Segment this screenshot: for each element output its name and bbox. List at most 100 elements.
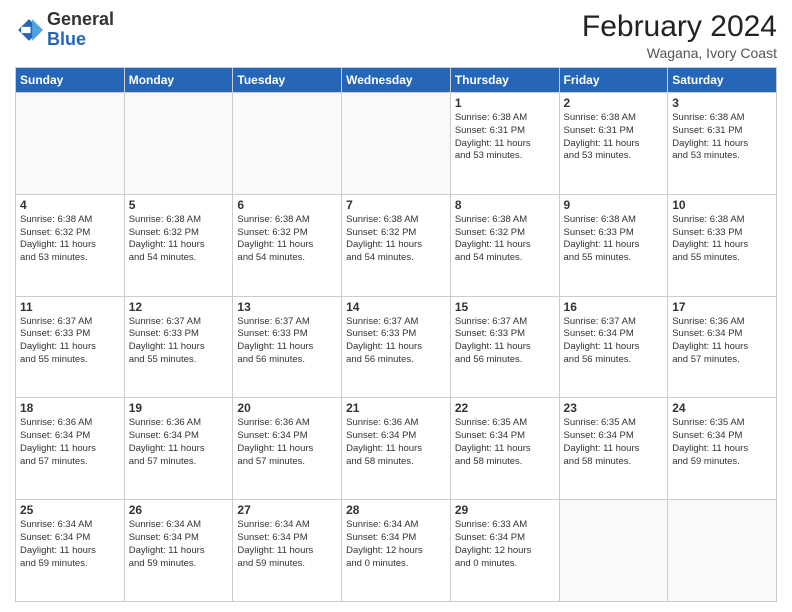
day-number: 8 [455, 198, 555, 212]
day-number: 3 [672, 96, 772, 110]
day-info: Sunrise: 6:37 AM Sunset: 6:33 PM Dayligh… [237, 316, 337, 367]
weekday-header: Saturday [668, 68, 777, 93]
calendar-week-row: 11 Sunrise: 6:37 AM Sunset: 6:33 PM Dayli… [16, 296, 777, 398]
calendar-cell: 6 Sunrise: 6:38 AM Sunset: 6:32 PM Daylig… [233, 194, 342, 296]
calendar-cell: 23 Sunrise: 6:35 AM Sunset: 6:34 PM Dayli… [559, 398, 668, 500]
logo-icon [15, 16, 43, 44]
day-info: Sunrise: 6:38 AM Sunset: 6:33 PM Dayligh… [564, 214, 664, 265]
day-info: Sunrise: 6:34 AM Sunset: 6:34 PM Dayligh… [346, 519, 446, 570]
day-number: 23 [564, 401, 664, 415]
day-info: Sunrise: 6:37 AM Sunset: 6:33 PM Dayligh… [20, 316, 120, 367]
day-number: 10 [672, 198, 772, 212]
weekday-header: Sunday [16, 68, 125, 93]
calendar-cell: 29Sunrise: 6:33 AM Sunset: 6:34 PM Dayli… [450, 500, 559, 602]
day-info: Sunrise: 6:35 AM Sunset: 6:34 PM Dayligh… [455, 417, 555, 468]
day-number: 5 [129, 198, 229, 212]
day-info: Sunrise: 6:38 AM Sunset: 6:31 PM Dayligh… [455, 112, 555, 163]
day-info: Sunrise: 6:38 AM Sunset: 6:32 PM Dayligh… [237, 214, 337, 265]
calendar-cell: 25Sunrise: 6:34 AM Sunset: 6:34 PM Dayli… [16, 500, 125, 602]
calendar-cell: 26 Sunrise: 6:34 AM Sunset: 6:34 PM Dayli… [124, 500, 233, 602]
day-info: Sunrise: 6:36 AM Sunset: 6:34 PM Dayligh… [237, 417, 337, 468]
title-block: February 2024 Wagana, Ivory Coast [582, 10, 777, 61]
calendar-cell: 16Sunrise: 6:37 AM Sunset: 6:34 PM Dayli… [559, 296, 668, 398]
day-info: Sunrise: 6:34 AM Sunset: 6:34 PM Dayligh… [237, 519, 337, 570]
day-number: 13 [237, 300, 337, 314]
calendar-cell: 7 Sunrise: 6:38 AM Sunset: 6:32 PM Daylig… [342, 194, 451, 296]
day-info: Sunrise: 6:37 AM Sunset: 6:33 PM Dayligh… [346, 316, 446, 367]
calendar-week-row: 25Sunrise: 6:34 AM Sunset: 6:34 PM Dayli… [16, 500, 777, 602]
day-info: Sunrise: 6:38 AM Sunset: 6:32 PM Dayligh… [20, 214, 120, 265]
day-info: Sunrise: 6:37 AM Sunset: 6:33 PM Dayligh… [129, 316, 229, 367]
calendar-cell [342, 93, 451, 195]
calendar-cell: 18 Sunrise: 6:36 AM Sunset: 6:34 PM Dayli… [16, 398, 125, 500]
day-info: Sunrise: 6:34 AM Sunset: 6:34 PM Dayligh… [129, 519, 229, 570]
day-number: 6 [237, 198, 337, 212]
day-number: 19 [129, 401, 229, 415]
calendar-cell: 14 Sunrise: 6:37 AM Sunset: 6:33 PM Dayli… [342, 296, 451, 398]
calendar-table: SundayMondayTuesdayWednesdayThursdayFrid… [15, 67, 777, 602]
day-number: 26 [129, 503, 229, 517]
day-info: Sunrise: 6:38 AM Sunset: 6:32 PM Dayligh… [455, 214, 555, 265]
calendar-cell: 3 Sunrise: 6:38 AM Sunset: 6:31 PM Daylig… [668, 93, 777, 195]
month-year: February 2024 [582, 10, 777, 43]
calendar-cell: 20 Sunrise: 6:36 AM Sunset: 6:34 PM Dayli… [233, 398, 342, 500]
day-number: 15 [455, 300, 555, 314]
calendar-week-row: 1 Sunrise: 6:38 AM Sunset: 6:31 PM Daylig… [16, 93, 777, 195]
day-number: 2 [564, 96, 664, 110]
calendar-cell: 19 Sunrise: 6:36 AM Sunset: 6:34 PM Dayli… [124, 398, 233, 500]
calendar-cell [124, 93, 233, 195]
day-number: 14 [346, 300, 446, 314]
day-info: Sunrise: 6:38 AM Sunset: 6:32 PM Dayligh… [346, 214, 446, 265]
day-info: Sunrise: 6:38 AM Sunset: 6:31 PM Dayligh… [672, 112, 772, 163]
day-info: Sunrise: 6:34 AM Sunset: 6:34 PM Dayligh… [20, 519, 120, 570]
weekday-header: Friday [559, 68, 668, 93]
day-number: 24 [672, 401, 772, 415]
day-info: Sunrise: 6:36 AM Sunset: 6:34 PM Dayligh… [672, 316, 772, 367]
day-number: 28 [346, 503, 446, 517]
day-number: 21 [346, 401, 446, 415]
day-info: Sunrise: 6:35 AM Sunset: 6:34 PM Dayligh… [564, 417, 664, 468]
calendar-week-row: 18 Sunrise: 6:36 AM Sunset: 6:34 PM Dayli… [16, 398, 777, 500]
calendar-cell: 11 Sunrise: 6:37 AM Sunset: 6:33 PM Dayli… [16, 296, 125, 398]
day-number: 4 [20, 198, 120, 212]
calendar-cell [233, 93, 342, 195]
calendar-cell: 4 Sunrise: 6:38 AM Sunset: 6:32 PM Daylig… [16, 194, 125, 296]
calendar-cell: 13 Sunrise: 6:37 AM Sunset: 6:33 PM Dayli… [233, 296, 342, 398]
day-number: 11 [20, 300, 120, 314]
day-info: Sunrise: 6:37 AM Sunset: 6:33 PM Dayligh… [455, 316, 555, 367]
calendar-cell: 8 Sunrise: 6:38 AM Sunset: 6:32 PM Daylig… [450, 194, 559, 296]
day-info: Sunrise: 6:36 AM Sunset: 6:34 PM Dayligh… [20, 417, 120, 468]
day-number: 12 [129, 300, 229, 314]
day-info: Sunrise: 6:35 AM Sunset: 6:34 PM Dayligh… [672, 417, 772, 468]
calendar-cell: 5 Sunrise: 6:38 AM Sunset: 6:32 PM Daylig… [124, 194, 233, 296]
calendar-cell: 15 Sunrise: 6:37 AM Sunset: 6:33 PM Dayli… [450, 296, 559, 398]
weekday-header-row: SundayMondayTuesdayWednesdayThursdayFrid… [16, 68, 777, 93]
logo: General Blue [15, 10, 114, 50]
day-number: 22 [455, 401, 555, 415]
day-number: 17 [672, 300, 772, 314]
location: Wagana, Ivory Coast [582, 45, 777, 61]
day-number: 20 [237, 401, 337, 415]
calendar-cell [559, 500, 668, 602]
weekday-header: Tuesday [233, 68, 342, 93]
day-number: 18 [20, 401, 120, 415]
day-number: 1 [455, 96, 555, 110]
calendar-cell: 9 Sunrise: 6:38 AM Sunset: 6:33 PM Daylig… [559, 194, 668, 296]
day-number: 27 [237, 503, 337, 517]
calendar-cell: 27 Sunrise: 6:34 AM Sunset: 6:34 PM Dayli… [233, 500, 342, 602]
day-info: Sunrise: 6:36 AM Sunset: 6:34 PM Dayligh… [129, 417, 229, 468]
day-number: 7 [346, 198, 446, 212]
page: General Blue February 2024 Wagana, Ivory… [0, 0, 792, 612]
calendar-cell: 2 Sunrise: 6:38 AM Sunset: 6:31 PM Daylig… [559, 93, 668, 195]
day-info: Sunrise: 6:38 AM Sunset: 6:33 PM Dayligh… [672, 214, 772, 265]
calendar-cell [668, 500, 777, 602]
calendar-cell: 1 Sunrise: 6:38 AM Sunset: 6:31 PM Daylig… [450, 93, 559, 195]
day-number: 9 [564, 198, 664, 212]
day-info: Sunrise: 6:38 AM Sunset: 6:32 PM Dayligh… [129, 214, 229, 265]
day-number: 16 [564, 300, 664, 314]
weekday-header: Thursday [450, 68, 559, 93]
calendar-cell: 21Sunrise: 6:36 AM Sunset: 6:34 PM Dayli… [342, 398, 451, 500]
day-info: Sunrise: 6:38 AM Sunset: 6:31 PM Dayligh… [564, 112, 664, 163]
calendar-cell: 12 Sunrise: 6:37 AM Sunset: 6:33 PM Dayli… [124, 296, 233, 398]
logo-text: General Blue [47, 10, 114, 50]
